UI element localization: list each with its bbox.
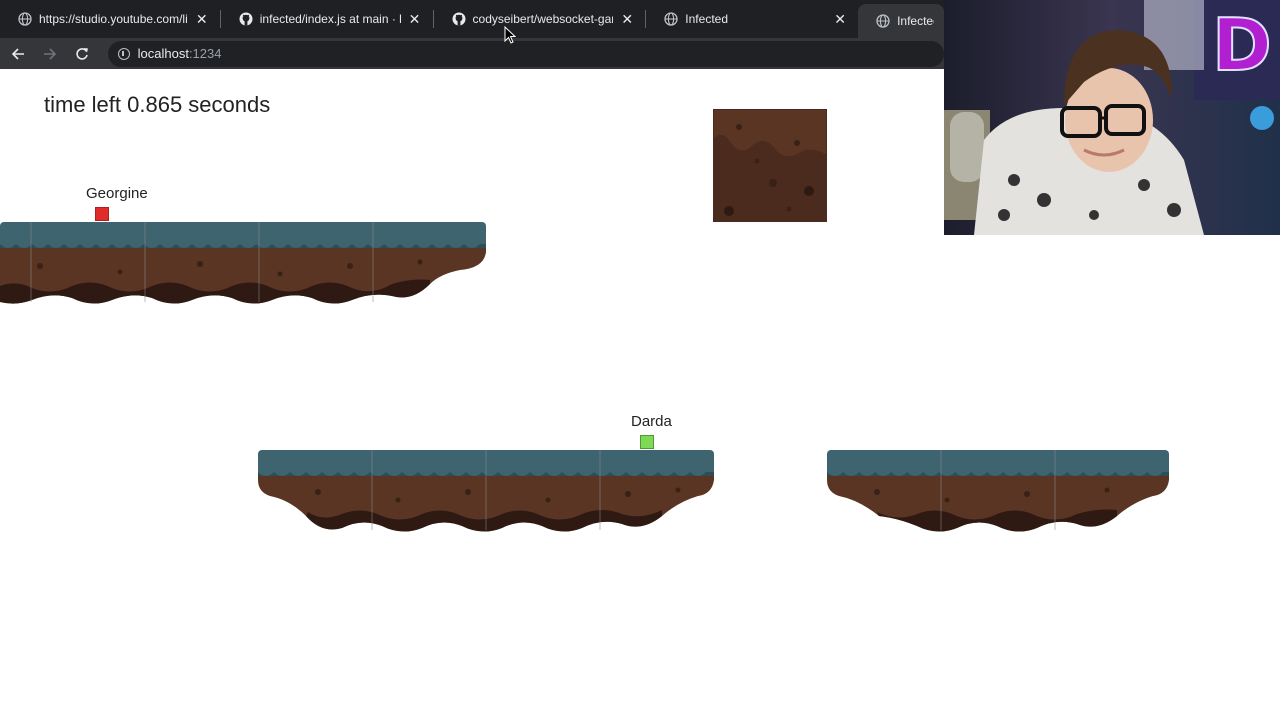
tab-websocket-game[interactable]: codyseibert/websocket-game ✕ [434,0,646,38]
globe-icon [18,12,32,26]
player-name-georgine: Georgine [86,185,148,202]
back-button[interactable] [4,40,32,68]
close-icon[interactable]: ✕ [194,11,210,28]
tab-infected-active[interactable]: Infected [858,4,944,38]
browser-toolbar: localhost:1234 [0,38,944,69]
arrow-left-icon [11,47,24,60]
globe-icon [876,14,890,28]
webcam-overlay: D [944,0,1280,235]
arrow-right-icon [43,47,56,60]
close-icon[interactable]: ✕ [832,11,848,28]
tab-infected[interactable]: Infected ✕ [646,0,858,38]
platform-bottom-middle [258,450,714,532]
tab-infected-github[interactable]: infected/index.js at main · brrea ✕ [221,0,433,38]
platform-top-left [0,222,486,304]
player-darda [640,435,654,449]
globe-icon [664,12,678,26]
address-host: localhost [137,46,189,61]
reload-icon [76,47,88,60]
player-georgine [95,207,109,221]
tab-title: infected/index.js at main · brrea [259,12,401,26]
address-bar[interactable]: localhost:1234 [107,40,944,67]
mouse-cursor-icon [504,26,516,44]
tab-title: https://studio.youtube.com/live [39,12,188,26]
tab-youtube-studio[interactable]: https://studio.youtube.com/live ✕ [0,0,220,38]
timer-text: time left 0.865 seconds [44,92,271,117]
info-icon[interactable] [117,47,130,60]
close-icon[interactable]: ✕ [619,11,635,28]
forward-button[interactable] [36,40,64,68]
player-name-darda: Darda [631,413,672,430]
close-icon[interactable]: ✕ [407,11,423,28]
reload-button[interactable] [68,40,96,68]
github-icon [239,12,253,26]
svg-text:D: D [1212,3,1272,87]
github-icon [452,12,466,26]
tab-title: Infected [897,14,934,28]
dirt-block [713,109,827,222]
tab-title: Infected [685,12,728,26]
address-port: :1234 [188,46,222,61]
tab-bar: https://studio.youtube.com/live ✕ infect… [0,0,944,38]
tab-title: codyseibert/websocket-game [472,12,614,26]
platform-bottom-right [827,450,1169,532]
